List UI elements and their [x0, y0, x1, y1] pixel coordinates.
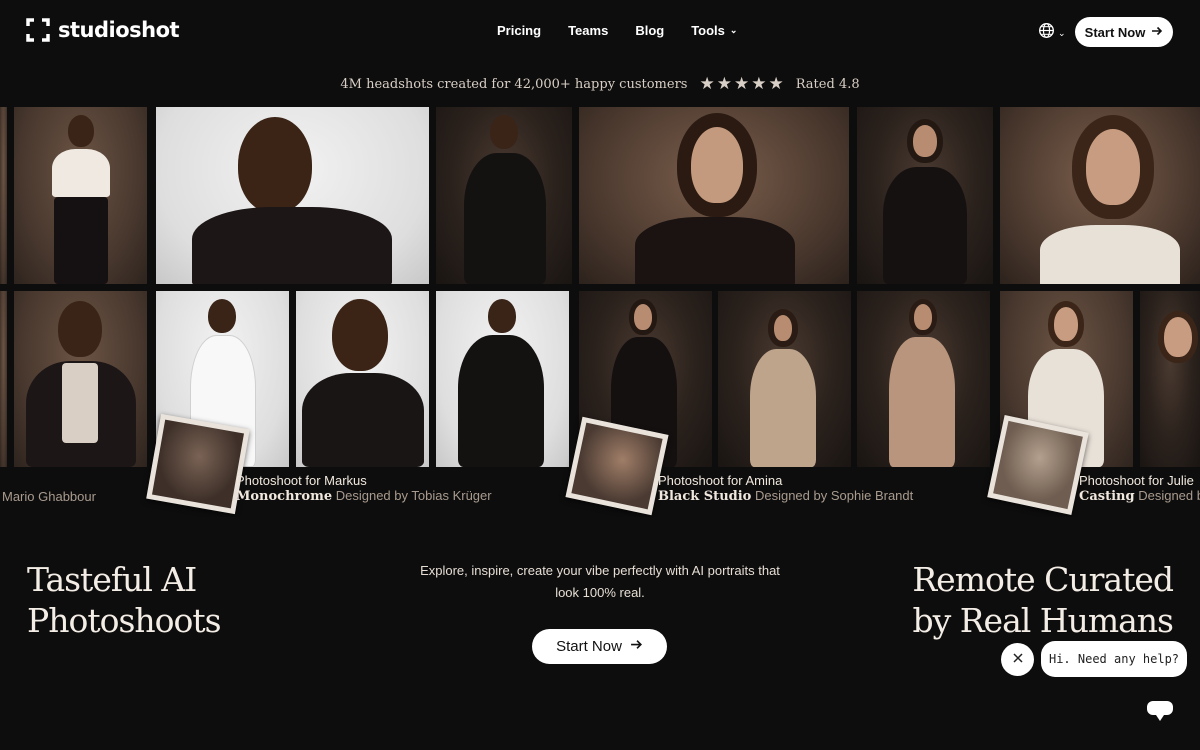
portrait-photo[interactable] — [579, 107, 849, 284]
star-icon: ★ — [733, 74, 750, 94]
chat-icon — [1146, 701, 1174, 726]
brand-name: studioshot — [58, 18, 180, 42]
logo-icon — [26, 18, 50, 42]
arrow-right-icon — [1151, 25, 1163, 40]
star-icon: ★ — [751, 74, 767, 94]
polaroid-photo — [565, 416, 669, 516]
hero-heading-left: Tasteful AI Photoshoots — [27, 559, 222, 641]
portrait-photo[interactable] — [1140, 291, 1200, 467]
photoshoot-title: Photoshoot for Julie — [1079, 473, 1194, 488]
photoshoot-title: Photoshoot for Markus — [236, 473, 367, 488]
site-header: studioshot Pricing Teams Blog Tools ⌄ ⌄ … — [0, 0, 1200, 64]
portrait-photo[interactable] — [1000, 107, 1200, 284]
globe-icon — [1038, 22, 1055, 44]
rating-label: Rated 4.8 — [795, 76, 860, 92]
portrait-photo[interactable] — [436, 291, 569, 467]
hero-left-line: Photoshoots — [27, 601, 222, 640]
hero-left-line: Tasteful AI — [27, 560, 197, 599]
star-icon: ★ — [699, 74, 715, 94]
portrait-photo[interactable] — [14, 291, 147, 467]
hero-start-now-button[interactable]: Start Now — [532, 629, 667, 664]
start-now-button[interactable]: Start Now — [1075, 17, 1173, 47]
photoshoot-caption[interactable]: Photoshoot for Markus Monochrome Designe… — [236, 473, 492, 504]
portrait-photo[interactable] — [14, 107, 147, 284]
designer-name: Designed by Sophie Brandt — [754, 488, 914, 503]
hero-right-line: by Real Humans — [912, 601, 1174, 640]
portrait-photo[interactable] — [0, 291, 7, 467]
photoshoot-style: Monochrome — [236, 489, 333, 504]
nav-teams[interactable]: Teams — [568, 23, 608, 38]
portrait-photo[interactable] — [436, 107, 572, 284]
rating-text: 4M headshots created for 42,000+ happy c… — [340, 76, 688, 92]
photoshoot-caption[interactable]: Mario Ghabbour — [2, 489, 96, 504]
nav-tools[interactable]: Tools ⌄ — [691, 23, 737, 38]
portrait-photo[interactable] — [0, 107, 7, 284]
start-now-label: Start Now — [556, 638, 622, 655]
hero-heading-right: Remote Curated by Real Humans — [912, 559, 1174, 641]
chevron-down-icon: ⌄ — [729, 25, 738, 35]
language-selector[interactable]: ⌄ — [1038, 22, 1066, 44]
start-now-label: Start Now — [1084, 24, 1146, 40]
hero-subtitle: Explore, inspire, create your vibe perfe… — [420, 563, 780, 600]
chevron-down-icon: ⌄ — [1058, 27, 1066, 38]
photoshoot-caption[interactable]: Photoshoot for Amina Black Studio Design… — [658, 473, 913, 504]
photoshoot-caption[interactable]: Photoshoot for Julie Casting Designed by — [1079, 473, 1200, 504]
brand-logo[interactable]: studioshot — [26, 18, 180, 42]
hero-right-line: Remote Curated — [912, 560, 1174, 599]
portrait-photo[interactable] — [296, 291, 429, 467]
photoshoot-style: Black Studio — [658, 489, 752, 504]
polaroid-photo — [987, 414, 1089, 516]
designer-name: Mario Ghabbour — [2, 489, 96, 504]
chat-message-bubble[interactable]: Hi. Need any help? — [1041, 641, 1187, 677]
star-icon: ★ — [768, 74, 784, 94]
arrow-right-icon — [630, 638, 643, 655]
portrait-photo[interactable] — [718, 291, 851, 467]
photoshoot-style: Casting — [1079, 489, 1135, 504]
designer-name: Designed by — [1138, 488, 1200, 503]
nav-blog[interactable]: Blog — [635, 23, 664, 38]
rating-bar: 4M headshots created for 42,000+ happy c… — [0, 74, 1200, 94]
chat-launcher-button[interactable] — [1146, 700, 1174, 722]
star-icon: ★ — [716, 74, 732, 94]
photo-wall: Mario Ghabbour Photoshoot for Markus Mon… — [0, 107, 1200, 517]
nav-tools-label: Tools — [691, 23, 725, 38]
portrait-photo[interactable] — [857, 291, 990, 467]
portrait-photo[interactable] — [156, 107, 429, 284]
portrait-photo[interactable] — [857, 107, 993, 284]
main-nav: Pricing Teams Blog Tools ⌄ — [497, 23, 737, 38]
close-icon — [1012, 651, 1024, 668]
star-rating: ★ ★ ★ ★ ★ — [699, 74, 783, 94]
polaroid-photo — [146, 413, 250, 515]
chat-close-button[interactable] — [1001, 643, 1034, 676]
nav-pricing[interactable]: Pricing — [497, 23, 541, 38]
chat-message: Hi. Need any help? — [1048, 652, 1180, 666]
photoshoot-title: Photoshoot for Amina — [658, 473, 783, 488]
designer-name: Designed by Tobias Krüger — [335, 488, 492, 503]
